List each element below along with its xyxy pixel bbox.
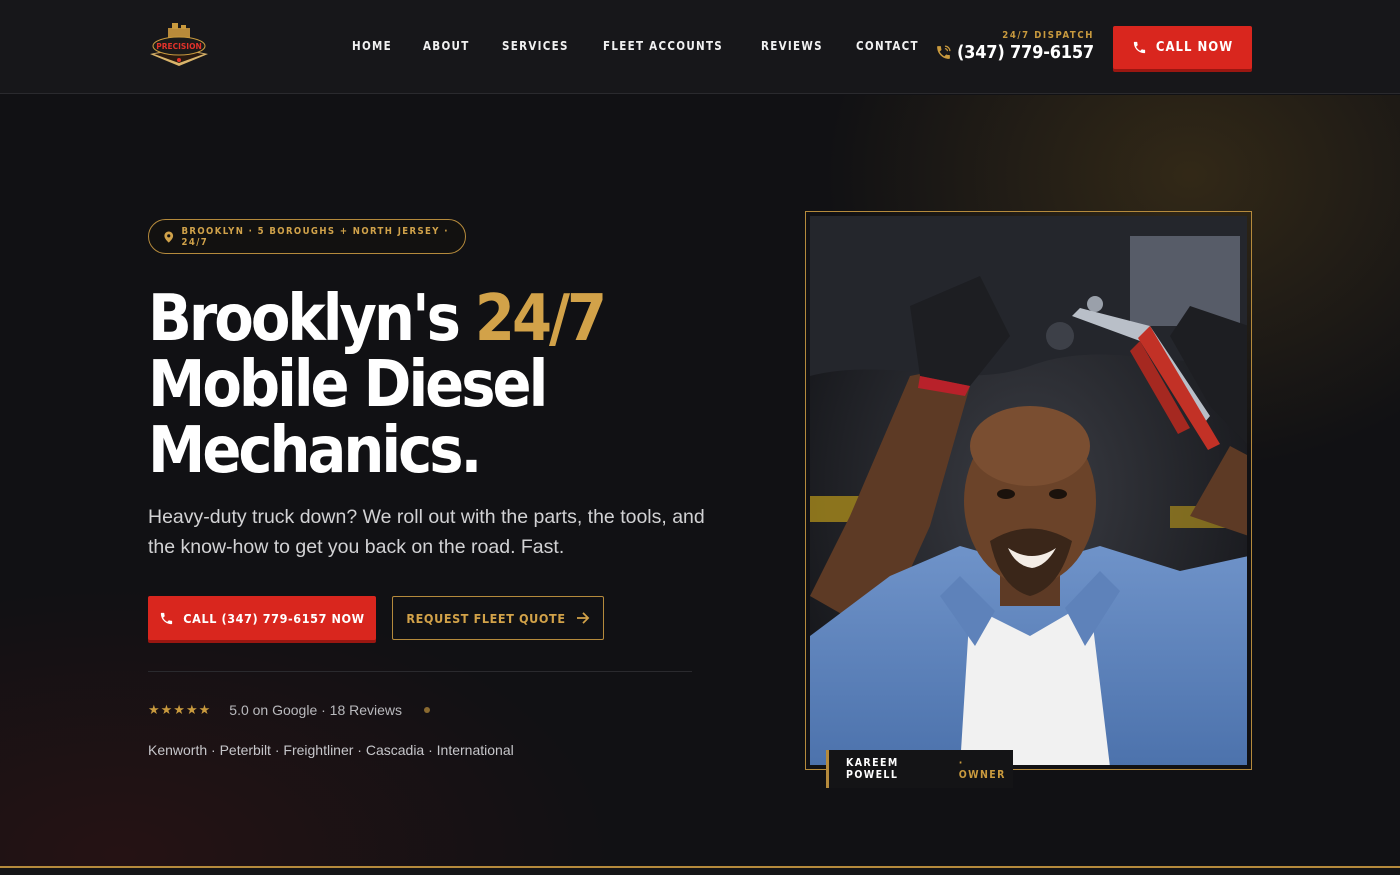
precision-logo[interactable]: PRECISION	[148, 20, 210, 70]
caption-name: KAREEM POWELL	[846, 757, 899, 781]
caption-role: · OWNER	[958, 757, 1006, 781]
headline-line3: Mechanics.	[148, 414, 482, 488]
nav-contact[interactable]: CONTACT	[856, 38, 919, 56]
hero-subhead: Heavy-duty truck down? We roll out with …	[148, 506, 705, 558]
headline-accent: 24/7	[474, 282, 607, 356]
main-nav: HOME ABOUT SERVICES FLEET ACCOUNTS REVIE…	[352, 38, 925, 56]
arrow-right-icon	[576, 612, 589, 624]
dispatch-phone: (347) 779-6157	[956, 42, 1094, 63]
nav-reviews[interactable]: REVIEWS	[761, 38, 823, 56]
star-rating-icon: ★★★★★	[148, 702, 212, 717]
google-rating: ★★★★★ 5.0 on Google · 18 Reviews	[148, 702, 431, 718]
headline-part1: Brooklyn's	[148, 282, 475, 356]
call-now-button[interactable]: CALL NOW	[1113, 26, 1252, 69]
nav-services[interactable]: SERVICES	[502, 38, 569, 56]
phone-icon	[161, 612, 173, 624]
mechanic-photo	[810, 216, 1247, 765]
dispatch-label: 24/7 DISPATCH	[1002, 30, 1094, 41]
location-badge: BROOKLYN · 5 BOROUGHS + NORTH JERSEY · 2…	[148, 219, 466, 254]
site-header: PRECISION HOME ABOUT SERVICES FLEET ACCO…	[0, 0, 1400, 94]
nav-about[interactable]: ABOUT	[423, 38, 470, 56]
mechanic-photo-frame	[805, 211, 1252, 770]
location-badge-text: BROOKLYN · 5 BOROUGHS + NORTH JERSEY · 2…	[181, 225, 449, 248]
map-pin-icon	[164, 230, 174, 243]
hero-headline: Brooklyn's 24/7 Mobile Diesel Mechanics.	[148, 286, 708, 484]
mechanic-illustration	[810, 216, 1247, 765]
headline-line2: Mobile Diesel	[148, 348, 548, 422]
photo-caption: KAREEM POWELL · OWNER	[826, 750, 1013, 788]
hero-call-button[interactable]: CALL (347) 779-6157 NOW	[148, 596, 376, 640]
nav-fleet-accounts[interactable]: FLEET ACCOUNTS	[603, 38, 723, 56]
hero-call-label: CALL (347) 779-6157 NOW	[183, 610, 365, 626]
hero-divider	[148, 671, 692, 672]
phone-ringing-icon	[937, 45, 951, 59]
request-fleet-quote-button[interactable]: REQUEST FLEET QUOTE	[392, 596, 604, 640]
phone-icon	[1133, 41, 1145, 54]
fleet-quote-label: REQUEST FLEET QUOTE	[406, 610, 566, 626]
logo-emblem-icon: PRECISION	[150, 23, 208, 66]
dispatch-info: 24/7 DISPATCH (347) 779-6157	[935, 30, 1094, 63]
status-dot	[424, 707, 431, 713]
dispatch-phone-link[interactable]: (347) 779-6157	[935, 42, 1094, 63]
truck-brands: Kenworth · Peterbilt · Freightliner · Ca…	[148, 742, 514, 758]
logo-text: PRECISION	[156, 42, 202, 51]
rating-text: 5.0 on Google · 18 Reviews	[229, 702, 403, 718]
call-now-label: CALL NOW	[1155, 40, 1234, 55]
section-divider	[0, 866, 1400, 875]
nav-home[interactable]: HOME	[352, 38, 392, 56]
